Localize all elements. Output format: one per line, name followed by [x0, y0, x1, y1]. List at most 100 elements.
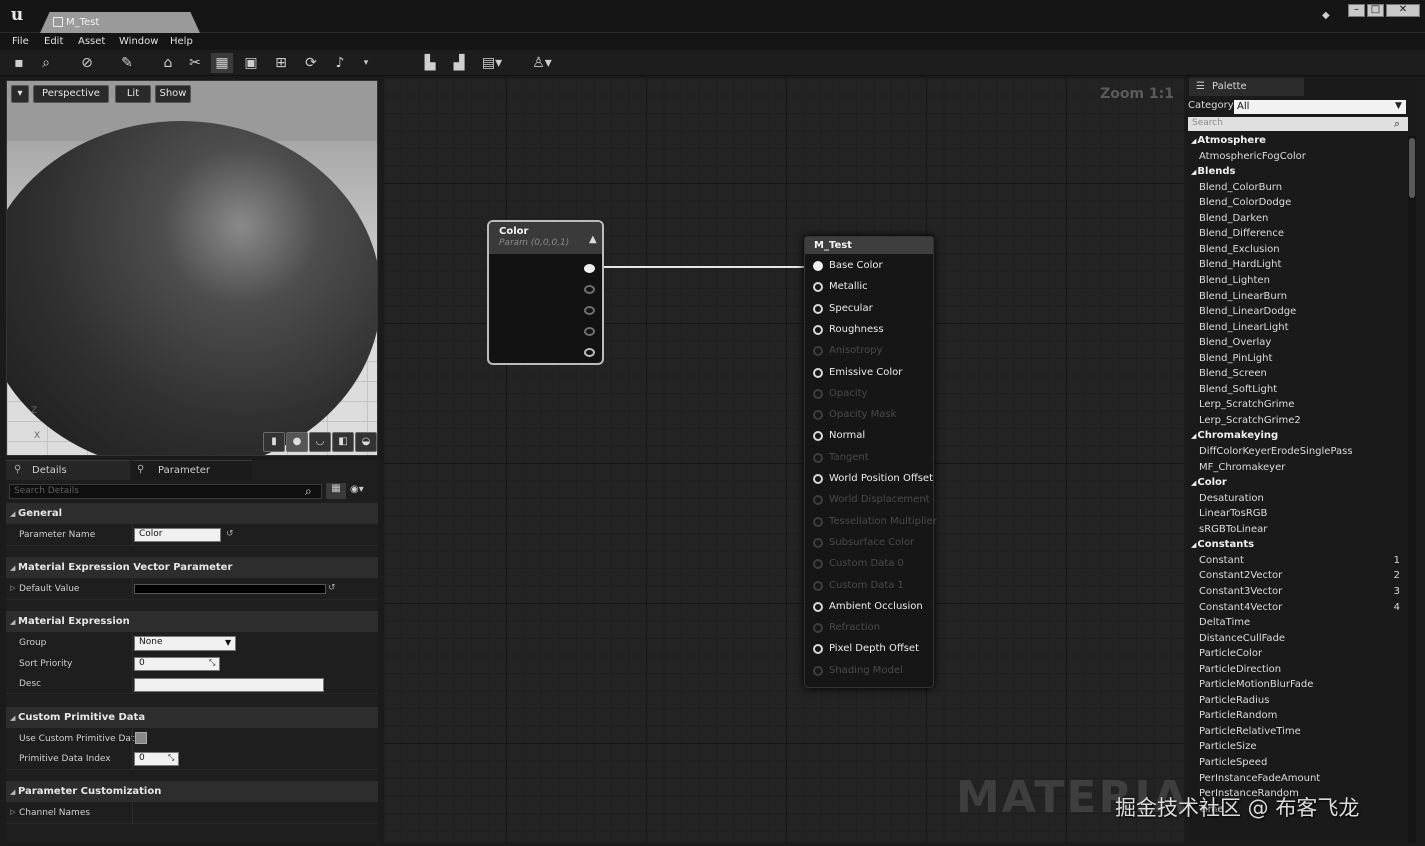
desc-input[interactable]	[134, 678, 324, 692]
palette-item[interactable]: sRGBToLinear	[1186, 522, 1408, 538]
input-pin-row[interactable]: Normal	[813, 429, 865, 443]
menu-edit[interactable]: Edit	[44, 33, 63, 50]
palette-item[interactable]: Blend_ColorDodge	[1186, 195, 1408, 211]
chevron-down-icon[interactable]: ▾	[355, 53, 377, 73]
input-pin-row[interactable]: Ambient Occlusion	[813, 600, 923, 614]
menu-file[interactable]: File	[12, 33, 29, 50]
palette-item[interactable]: Blend_SoftLight	[1186, 382, 1408, 398]
teapot-icon[interactable]: ◒	[355, 432, 377, 452]
group-select[interactable]: None	[134, 636, 236, 651]
palette-item[interactable]: Constant 1	[1186, 553, 1408, 569]
search-icon[interactable]: ✎	[116, 53, 138, 73]
input-pin-row[interactable]: Metallic	[813, 280, 868, 294]
input-pin-row[interactable]: Pixel Depth Offset	[813, 642, 919, 656]
palette-item[interactable]: PerInstanceFadeAmount	[1186, 771, 1408, 787]
sort-priority-input[interactable]: 0	[134, 657, 220, 671]
input-pin-icon[interactable]	[813, 282, 823, 293]
palette-search-input[interactable]: Search	[1188, 117, 1408, 131]
category-select[interactable]: All	[1234, 100, 1406, 114]
preview-viewport[interactable]: ▾ Perspective Lit Show Z X ▮ ● ◡ ◧ ◒	[6, 80, 378, 456]
color-parameter-node[interactable]: Color Param (0,0,0,1) ▲	[487, 220, 604, 365]
clean-up-icon[interactable]: ✂	[184, 53, 206, 73]
palette-item[interactable]: Constant3Vector 3	[1186, 584, 1408, 600]
palette-item[interactable]: Constant4Vector 4	[1186, 600, 1408, 616]
section-parameter-customization[interactable]: Parameter Customization	[6, 781, 378, 802]
palette-item[interactable]: DeltaTime	[1186, 615, 1408, 631]
palette-category[interactable]: ◢Color	[1186, 475, 1408, 491]
live-nodes-icon[interactable]: ⊞	[270, 53, 292, 73]
input-pin-row[interactable]: Roughness	[813, 323, 884, 337]
stats-icon[interactable]: ▙	[419, 53, 441, 73]
tab-details[interactable]: Details	[6, 460, 130, 480]
palette-item[interactable]: ParticleColor	[1186, 646, 1408, 662]
input-pin-icon[interactable]	[813, 601, 823, 612]
default-value-color-swatch[interactable]	[134, 584, 326, 594]
palette-item[interactable]: Constant2Vector 2	[1186, 568, 1408, 584]
palette-item[interactable]: Blend_Overlay	[1186, 335, 1408, 351]
hierarchy-icon[interactable]: ♙▾	[528, 53, 556, 73]
section-vector-parameter[interactable]: Material Expression Vector Parameter	[6, 557, 378, 578]
section-custom-primitive-data[interactable]: Custom Primitive Data	[6, 707, 378, 728]
cube-icon[interactable]: ◧	[332, 432, 354, 452]
preview-mode-icon[interactable]: ▤▾	[478, 53, 506, 73]
hide-pins-icon[interactable]: ♪	[329, 53, 351, 73]
output-pin-a[interactable]	[584, 348, 595, 357]
palette-item[interactable]: ParticleDirection	[1186, 662, 1408, 678]
live-preview-icon[interactable]: ▣	[240, 53, 262, 73]
menu-help[interactable]: Help	[170, 33, 193, 50]
spin-icon[interactable]: ⤡	[168, 753, 174, 763]
collapse-icon[interactable]: ▲	[589, 234, 597, 245]
menu-window[interactable]: Window	[119, 33, 158, 50]
palette-item[interactable]: ParticleRandom	[1186, 708, 1408, 724]
palette-item[interactable]: DistanceCullFade	[1186, 631, 1408, 647]
input-pin-row[interactable]: Base Color	[813, 259, 883, 273]
palette-item[interactable]: Desaturation	[1186, 491, 1408, 507]
tab-palette[interactable]: Palette	[1189, 78, 1304, 96]
input-pin-icon[interactable]	[813, 261, 823, 271]
palette-item[interactable]: ParticleRadius	[1186, 693, 1408, 709]
use-custom-primitive-checkbox[interactable]	[135, 732, 147, 744]
output-pin-rgb[interactable]	[584, 264, 595, 273]
eye-icon[interactable]: ◉▾	[350, 484, 364, 495]
live-update-icon[interactable]: ⟳	[300, 53, 322, 73]
connectors-icon[interactable]: ▦	[211, 53, 233, 73]
input-pin-row[interactable]: World Position Offset	[813, 472, 933, 486]
apply-icon[interactable]: ⊘	[76, 53, 98, 73]
input-pin-icon[interactable]	[813, 644, 823, 655]
palette-item[interactable]: ParticleMotionBlurFade	[1186, 677, 1408, 693]
palette-item[interactable]: Blend_PinLight	[1186, 351, 1408, 367]
input-pin-row[interactable]: Emissive Color	[813, 366, 902, 380]
palette-item[interactable]: DiffColorKeyerErodeSinglePass	[1186, 444, 1408, 460]
reset-icon[interactable]: ↺	[328, 583, 336, 593]
minimize-button[interactable]: –	[1348, 4, 1365, 17]
plane-icon[interactable]: ◡	[309, 432, 331, 452]
palette-category[interactable]: ◢Chromakeying	[1186, 428, 1408, 444]
palette-item[interactable]: Lerp_ScratchGrime2	[1186, 413, 1408, 429]
input-pin-row[interactable]: Specular	[813, 302, 873, 316]
tab-parameter-defaults[interactable]: Parameter Default:	[132, 460, 252, 496]
details-search-input[interactable]: Search Details	[9, 484, 322, 499]
feedback-icon[interactable]: ◆	[1322, 10, 1334, 21]
output-pin-b[interactable]	[584, 327, 595, 336]
palette-item[interactable]: ParticleSpeed	[1186, 755, 1408, 771]
palette-item[interactable]: Blend_Lighten	[1186, 273, 1408, 289]
palette-item[interactable]: Blend_LinearBurn	[1186, 289, 1408, 305]
output-pin-g[interactable]	[584, 306, 595, 315]
palette-item[interactable]: Lerp_ScratchGrime	[1186, 397, 1408, 413]
parameter-name-input[interactable]: Color	[134, 528, 221, 542]
reset-icon[interactable]: ↺	[226, 529, 234, 539]
perspective-button[interactable]: Perspective	[33, 85, 109, 103]
palette-item[interactable]: Blend_HardLight	[1186, 257, 1408, 273]
input-pin-icon[interactable]	[813, 367, 823, 378]
material-graph[interactable]: Zoom 1:1 MATERIAL Color Param (0,0,0,1) …	[384, 78, 1184, 842]
input-pin-icon[interactable]	[813, 474, 823, 484]
menu-asset[interactable]: Asset	[78, 33, 105, 50]
show-button[interactable]: Show	[155, 85, 191, 103]
palette-item[interactable]: AtmosphericFogColor	[1186, 149, 1408, 165]
spin-icon[interactable]: ⤡	[209, 658, 215, 668]
output-pin-r[interactable]	[584, 285, 595, 294]
input-pin-icon[interactable]	[813, 303, 823, 314]
close-button[interactable]: ✕	[1386, 4, 1420, 17]
viewport-options-button[interactable]: ▾	[11, 85, 29, 103]
palette-item[interactable]: Blend_Difference	[1186, 226, 1408, 242]
